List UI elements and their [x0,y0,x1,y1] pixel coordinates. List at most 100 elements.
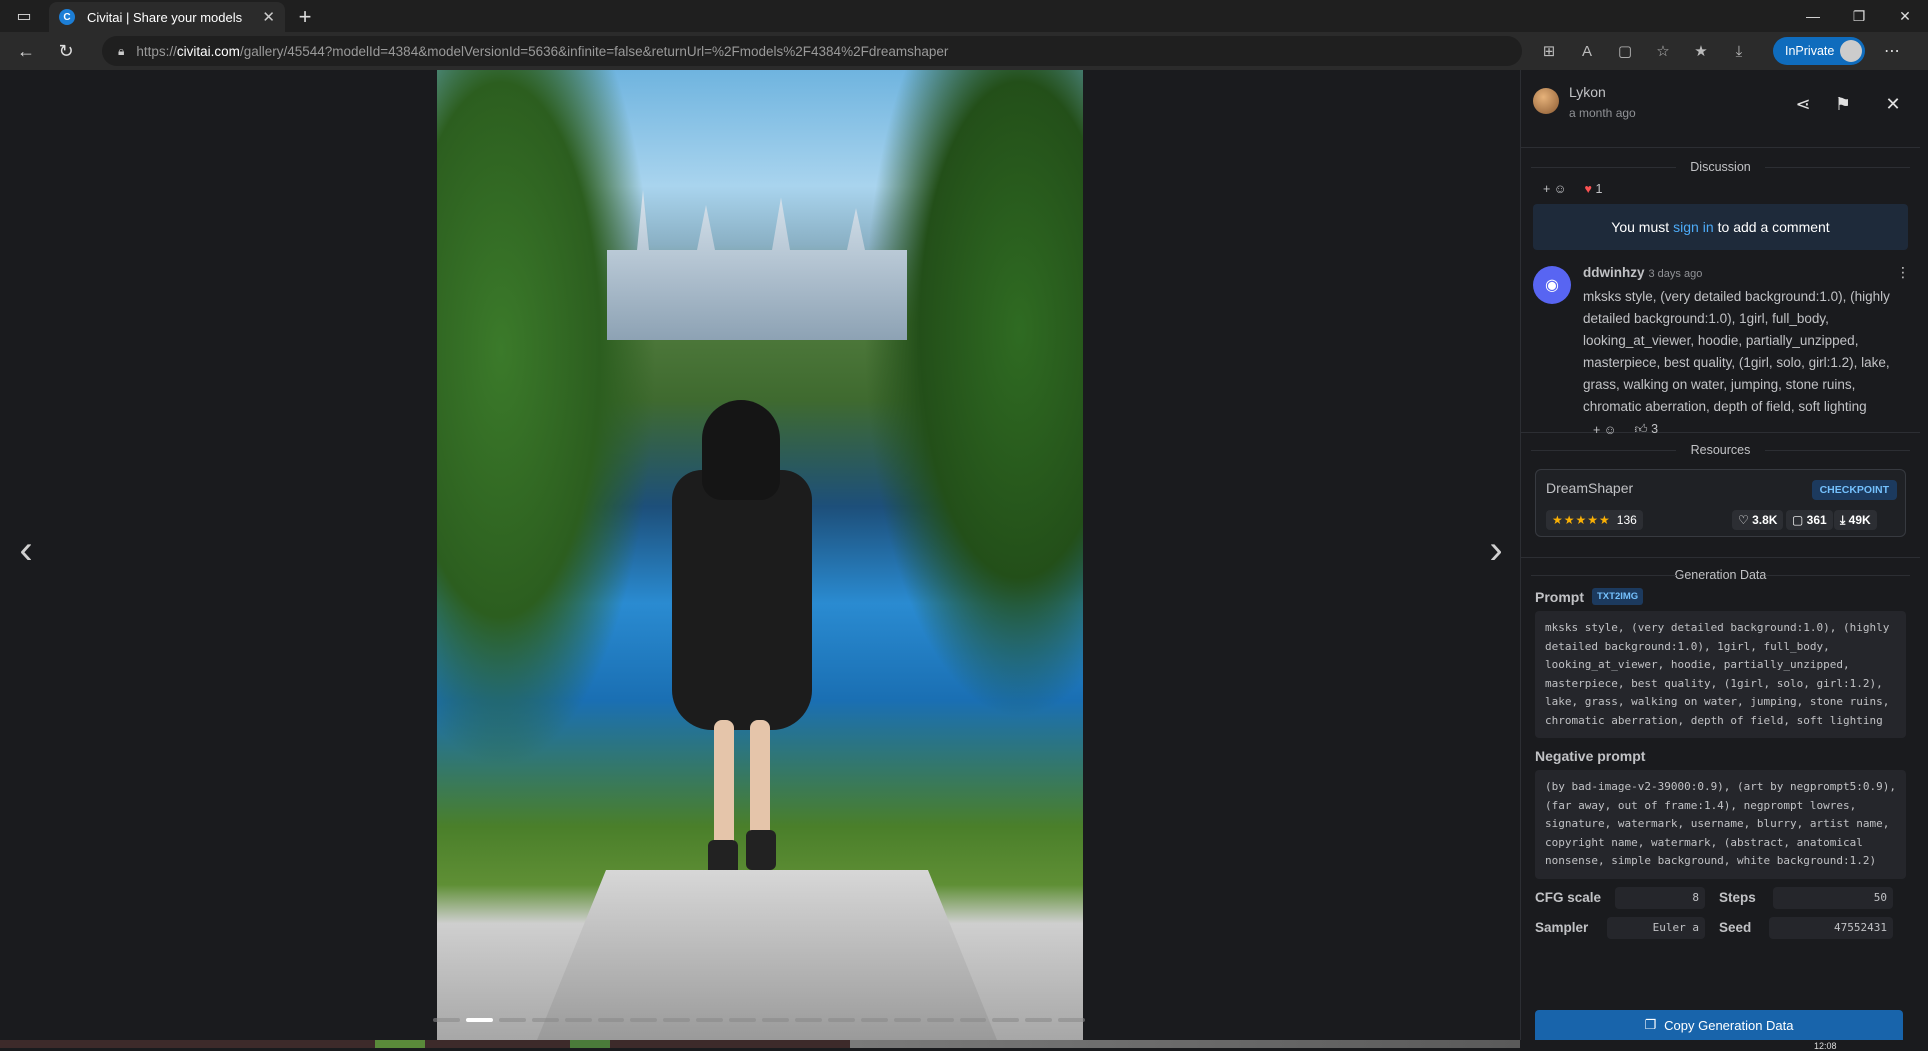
pagination-dot[interactable] [630,1018,658,1022]
seed-value: 47552431 [1769,916,1893,939]
read-aloud-icon[interactable]: A [1568,35,1606,67]
username[interactable]: Lykon [1569,84,1606,100]
pagination-dot[interactable] [498,1018,526,1022]
report-flag-icon[interactable]: ⚑ [1829,90,1857,118]
image-pagination [433,1018,1086,1024]
resource-card[interactable]: DreamShaper CHECKPOINT ★★★★★ 136 ♡ 3.8K ▢… [1535,469,1906,537]
likes-count: 3.8K [1752,513,1778,527]
share-icon[interactable]: ⋖ [1789,90,1817,118]
browser-titlebar: ▭ C Civitai | Share your models ✕ + — ❐ … [0,0,1928,32]
prompt-label-row: Prompt TXT2IMG [1535,588,1906,605]
more-options-icon[interactable]: ⋯ [1874,37,1910,65]
pagination-dot[interactable] [762,1018,789,1022]
url-prefix: https:// [136,43,177,59]
sampler-label: Sampler [1535,920,1589,935]
thumbs-up-icon: 👍︎ [1634,422,1648,436]
pagination-dot[interactable] [663,1018,691,1022]
url-host: civitai.com [176,43,240,59]
pagination-dot[interactable] [926,1018,954,1022]
pagination-dot[interactable] [465,1018,493,1022]
inprivate-badge[interactable]: InPrivate [1773,37,1865,65]
comments-stat: ▢ 361 [1786,510,1833,530]
pagination-dot[interactable] [992,1018,1020,1022]
comment: ◉ ddwinhzy 3 days ago mksks style, (very … [1521,264,1920,437]
resources-heading: Resources [1521,443,1920,457]
pagination-dot[interactable] [531,1018,559,1022]
browser-tab[interactable]: C Civitai | Share your models ✕ [49,2,285,32]
reactions: + ☺ ♥ 1 [1521,182,1920,196]
star-rating-icon: ★★★★★ [1552,513,1611,527]
pagination-dot[interactable] [597,1018,625,1022]
sampler-value: Euler a [1607,916,1705,939]
resource-name: DreamShaper [1546,480,1634,496]
favorites-icon[interactable]: ★ [1682,35,1720,67]
tab-actions-icon[interactable]: ▭ [0,0,48,32]
previous-image-icon[interactable]: ‹ [6,528,46,572]
refresh-icon[interactable]: ↻ [46,35,86,67]
minimize-icon[interactable]: — [1790,0,1836,32]
copy-generation-data-button[interactable]: ❐ Copy Generation Data [1535,1010,1903,1040]
txt2img-badge: TXT2IMG [1592,588,1644,605]
comment-add-reaction-button[interactable]: + ☺ [1593,423,1617,437]
pagination-dot[interactable] [696,1018,724,1022]
heart-count: 1 [1595,182,1603,196]
comments-count: 361 [1806,513,1827,527]
address-toolbar: ← ↻ 🔒︎ https://civitai.com/gallery/45544… [0,32,1928,70]
pagination-dot[interactable] [1025,1018,1053,1022]
seed-label: Seed [1719,920,1752,935]
copy-generation-label: Copy Generation Data [1664,1017,1794,1033]
next-image-icon[interactable]: › [1476,528,1516,572]
like-count: 3 [1651,422,1659,436]
pagination-dot[interactable] [729,1018,757,1022]
negative-prompt-text: (by bad-image-v2-39000:0.9), (art by neg… [1535,770,1906,879]
pagination-dot[interactable] [1058,1018,1086,1022]
tab-title: Civitai | Share your models [87,9,243,25]
new-tab-icon[interactable]: + [292,4,318,30]
like-reaction[interactable]: 👍︎ 3 [1635,422,1659,437]
cfg-label: CFG scale [1535,890,1602,905]
prompt-text: mksks style, (very detailed background:1… [1535,611,1906,738]
gallery-image [437,70,1083,1040]
apps-icon[interactable]: ⊞ [1530,35,1568,67]
add-reaction-button[interactable]: + ☺ [1543,182,1567,196]
pagination-dot[interactable] [827,1018,855,1022]
downloads-icon[interactable]: ⤓ [1720,35,1758,67]
comment-body: mksks style, (very detailed background:1… [1583,289,1890,414]
user-avatar[interactable] [1533,88,1559,114]
comment-author[interactable]: ddwinhzy [1583,265,1645,280]
signin-suffix: to add a comment [1717,219,1830,235]
profile-avatar [1840,40,1862,62]
pagination-dot[interactable] [433,1018,460,1022]
signin-prefix: You must [1611,219,1670,235]
comment-menu-icon[interactable]: ⋮ [1896,264,1910,281]
pagination-dot[interactable] [893,1018,921,1022]
close-panel-icon[interactable]: ✕ [1879,90,1907,118]
restore-icon[interactable]: ❐ [1836,0,1882,32]
discussion-heading: Discussion [1521,160,1920,174]
image-viewer: ‹ › [0,70,1520,1040]
split-screen-icon[interactable]: ▢ [1606,35,1644,67]
heart-icon: ♥ [1584,182,1592,196]
window-close-icon[interactable]: ✕ [1882,0,1928,32]
pagination-dot[interactable] [794,1018,822,1022]
post-time: a month ago [1569,106,1636,120]
sampler-seed-row: Sampler Euler a Seed 47552431 [1535,916,1906,939]
cfg-steps-row: CFG scale 8 Steps 50 [1535,886,1906,909]
add-favorite-icon[interactable]: ☆ [1644,35,1682,67]
pagination-dot[interactable] [564,1018,592,1022]
lock-icon: 🔒︎ [118,43,125,58]
prompt-label: Prompt [1535,588,1584,605]
sign-in-link[interactable]: sign in [1673,219,1713,235]
heart-reaction[interactable]: ♥ 1 [1585,182,1603,196]
url-path: /gallery/45544?modelId=4384&modelVersion… [239,43,949,59]
taskbar-clock: 12:08 [1814,1041,1837,1051]
tab-close-icon[interactable]: ✕ [262,8,275,26]
cfg-value: 8 [1615,886,1705,909]
pagination-dot[interactable] [959,1018,987,1022]
signin-notice: You must sign in to add a comment [1533,204,1908,250]
steps-value: 50 [1773,886,1893,909]
pagination-dot[interactable] [860,1018,888,1022]
back-icon[interactable]: ← [6,35,46,67]
url-bar[interactable]: 🔒︎ https://civitai.com/gallery/45544?mod… [102,36,1522,66]
taskbar-strip [0,1040,1928,1048]
